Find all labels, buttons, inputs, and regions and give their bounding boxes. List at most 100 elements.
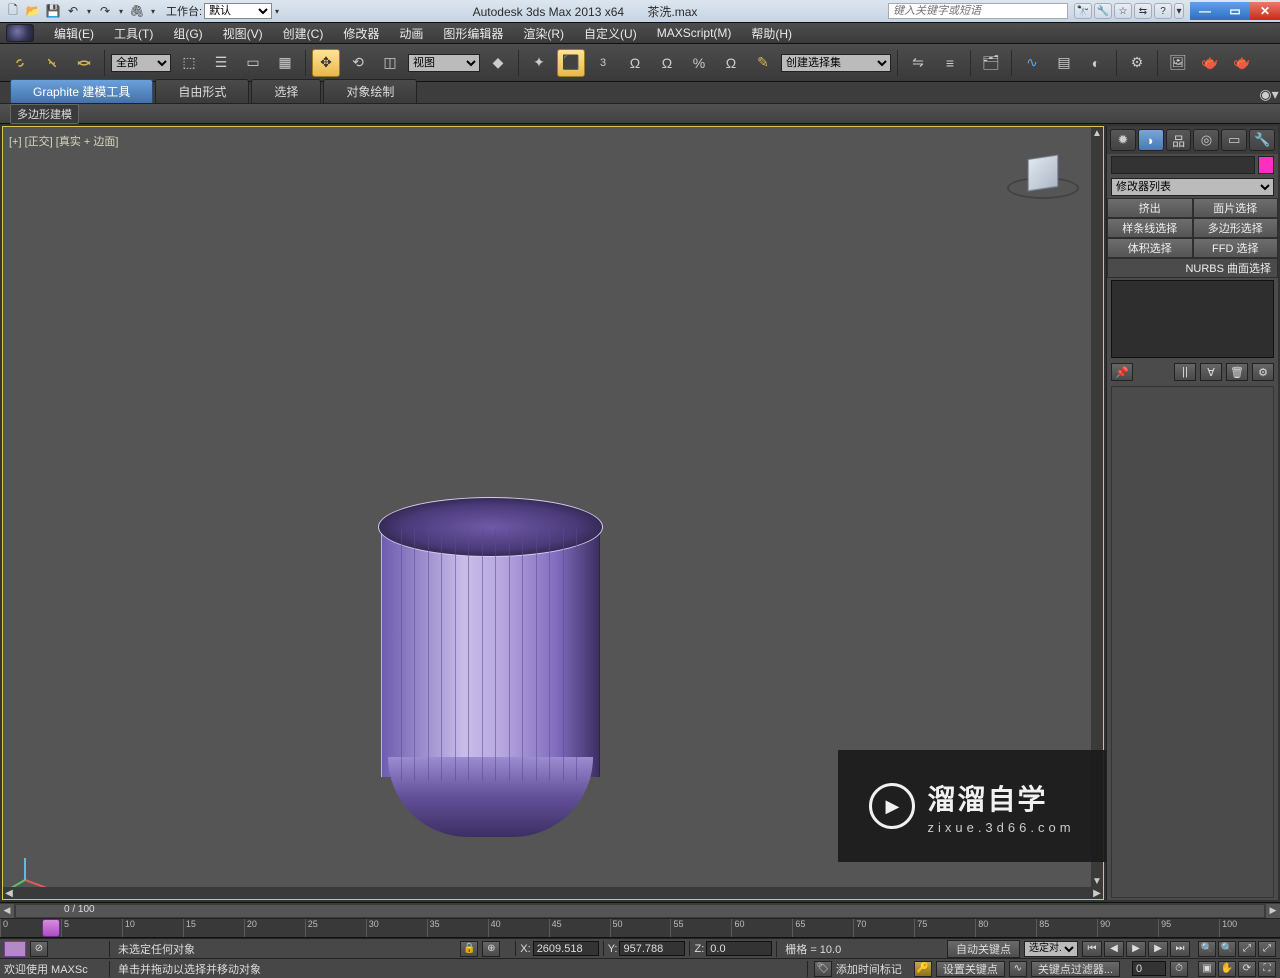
render-production-tool[interactable]: 🫖 [1196,49,1224,77]
btn-volsel[interactable]: 体积选择 [1107,238,1193,258]
trackbar-right-icon[interactable]: ▶ [1266,904,1280,918]
cp-hierarchy-tab[interactable]: 品 [1166,129,1192,151]
menu-grapheditors[interactable]: 图形编辑器 [433,25,513,42]
percent-icon[interactable]: % [685,49,713,77]
menu-tools[interactable]: 工具(T) [104,25,163,42]
schematic-view-tool[interactable]: ▤ [1050,49,1078,77]
exchange-icon[interactable]: ⇆ [1134,3,1152,19]
absolute-mode-icon[interactable]: ⊕ [482,941,500,957]
coord-z-input[interactable] [706,941,772,956]
zoom-all-icon[interactable]: 🔍 [1218,941,1236,957]
set-key-button[interactable]: 设置关键点 [936,961,1005,977]
help-drop-icon[interactable]: ▾ [1174,3,1184,19]
ribbon-toggle-icon[interactable]: ◉▾ [1258,85,1280,103]
menu-create[interactable]: 创建(C) [273,25,334,42]
viewport-label[interactable]: [+] [正交] [真实 + 边面] [9,133,118,149]
maximize-viewport-icon[interactable]: ⛶ [1258,961,1276,977]
scroll-right-icon[interactable]: ▶ [1091,887,1103,899]
cp-utilities-tab[interactable]: 🔧 [1249,129,1275,151]
render-frame-tool[interactable]: 🖼 [1164,49,1192,77]
undo-drop-icon[interactable]: ▾ [84,2,94,20]
undo-icon[interactable]: ↶ [64,2,82,20]
menu-maxscript[interactable]: MAXScript(M) [647,26,742,40]
make-unique-icon[interactable]: ∀ [1200,363,1222,381]
qat-drop-icon[interactable]: ▾ [148,2,158,20]
redo-icon[interactable]: ↷ [96,2,114,20]
time-config-icon[interactable]: ⏱ [1170,961,1188,977]
isolate-toggle-icon[interactable]: ⊘ [30,941,48,957]
move-tool[interactable]: ✥ [312,49,340,77]
minimize-button[interactable]: — [1190,2,1220,20]
snap-toggle-tool[interactable]: ⬛ [557,49,585,77]
prev-frame-icon[interactable]: ◀ [1104,941,1124,957]
menu-view[interactable]: 视图(V) [213,25,273,42]
ribbon-tab-freeform[interactable]: 自由形式 [155,79,249,103]
configure-sets-icon[interactable]: ⚙ [1252,363,1274,381]
menu-render[interactable]: 渲染(R) [513,25,574,42]
render-last-tool[interactable]: 🫖 [1228,49,1256,77]
modifier-list-select[interactable]: 修改器列表 [1111,178,1274,196]
workspace-drop-icon[interactable]: ▾ [272,2,282,20]
btn-nurbs[interactable]: NURBS 曲面选择 [1107,258,1278,278]
object-name-input[interactable] [1111,156,1255,174]
rotate-tool[interactable]: ⟲ [344,49,372,77]
maximize-button[interactable]: ▭ [1220,2,1250,20]
pivot-center-tool[interactable]: ◆ [484,49,512,77]
ribbon-tab-selection[interactable]: 选择 [251,79,321,103]
ref-coord-select[interactable]: 视图 [408,54,480,72]
redo-drop-icon[interactable]: ▾ [116,2,126,20]
orbit-icon[interactable]: ⟳ [1238,961,1256,977]
key-filter-select[interactable]: 选定对... [1024,941,1078,957]
scroll-down-icon[interactable]: ▼ [1091,875,1103,887]
wrench-icon[interactable]: 🔧 [1094,3,1112,19]
btn-polysel[interactable]: 多边形选择 [1193,218,1279,238]
menu-edit[interactable]: 编辑(E) [44,25,104,42]
trackbar-left-icon[interactable]: ◀ [0,904,14,918]
btn-ffdsel[interactable]: FFD 选择 [1193,238,1279,258]
fov-icon[interactable]: ▣ [1198,961,1216,977]
select-object-tool[interactable]: ⬚ [175,49,203,77]
auto-key-button[interactable]: 自动关键点 [947,940,1020,958]
cp-motion-tab[interactable]: ◎ [1193,129,1219,151]
ribbon-tab-objectpaint[interactable]: 对象绘制 [323,79,417,103]
selection-filter-select[interactable]: 全部 [111,54,171,72]
named-selection-select[interactable]: 创建选择集 [781,54,891,72]
window-crossing-tool[interactable]: ▦ [271,49,299,77]
app-menu-icon[interactable] [6,24,34,42]
scroll-left-icon[interactable]: ◀ [3,887,15,899]
pin-stack-icon[interactable]: 📌 [1111,363,1133,381]
menu-modifiers[interactable]: 修改器 [333,25,389,42]
angle-snap-tool[interactable]: 3 [589,49,617,77]
link-tool[interactable] [6,49,34,77]
cp-display-tab[interactable]: ▭ [1221,129,1247,151]
save-icon[interactable]: 💾 [44,2,62,20]
curve-editor-tool[interactable]: ∿ [1018,49,1046,77]
viewcube[interactable] [1007,137,1079,209]
ribbon-panel-polymodeling[interactable]: 多边形建模 [10,104,79,124]
modifier-stack[interactable] [1111,280,1274,358]
btn-patchsel[interactable]: 面片选择 [1193,198,1279,218]
layer-manager-tool[interactable]: 🗂 [977,49,1005,77]
spinner-snap-tool[interactable]: Ω [653,49,681,77]
zoom-icon[interactable]: 🔍 [1198,941,1216,957]
selection-lock-icon[interactable]: 🔒 [460,941,478,957]
coord-x-input[interactable] [533,941,599,956]
scale-tool[interactable]: ◫ [376,49,404,77]
search-input[interactable] [888,3,1068,19]
manipulate-tool[interactable]: ✦ [525,49,553,77]
track-bar[interactable]: ◀ 0 / 100 ▶ [0,902,1280,918]
new-icon[interactable]: 🗋 [4,2,22,20]
menu-animation[interactable]: 动画 [389,25,433,42]
next-frame-icon[interactable]: ▶ [1148,941,1168,957]
pan-icon[interactable]: ✋ [1218,961,1236,977]
time-tag-label[interactable]: 添加时间标记 [836,961,902,977]
show-end-result-icon[interactable]: || [1174,363,1196,381]
bind-spacewarp-tool[interactable] [70,49,98,77]
help-icon[interactable]: ? [1154,3,1172,19]
goto-start-icon[interactable]: ⏮ [1082,941,1102,957]
play-icon[interactable]: ▶ [1126,941,1146,957]
percent-snap-tool[interactable]: Ω [621,49,649,77]
scene-object-cup[interactable] [378,497,603,842]
menu-group[interactable]: 组(G) [163,25,212,42]
object-color-swatch[interactable] [1258,156,1274,174]
